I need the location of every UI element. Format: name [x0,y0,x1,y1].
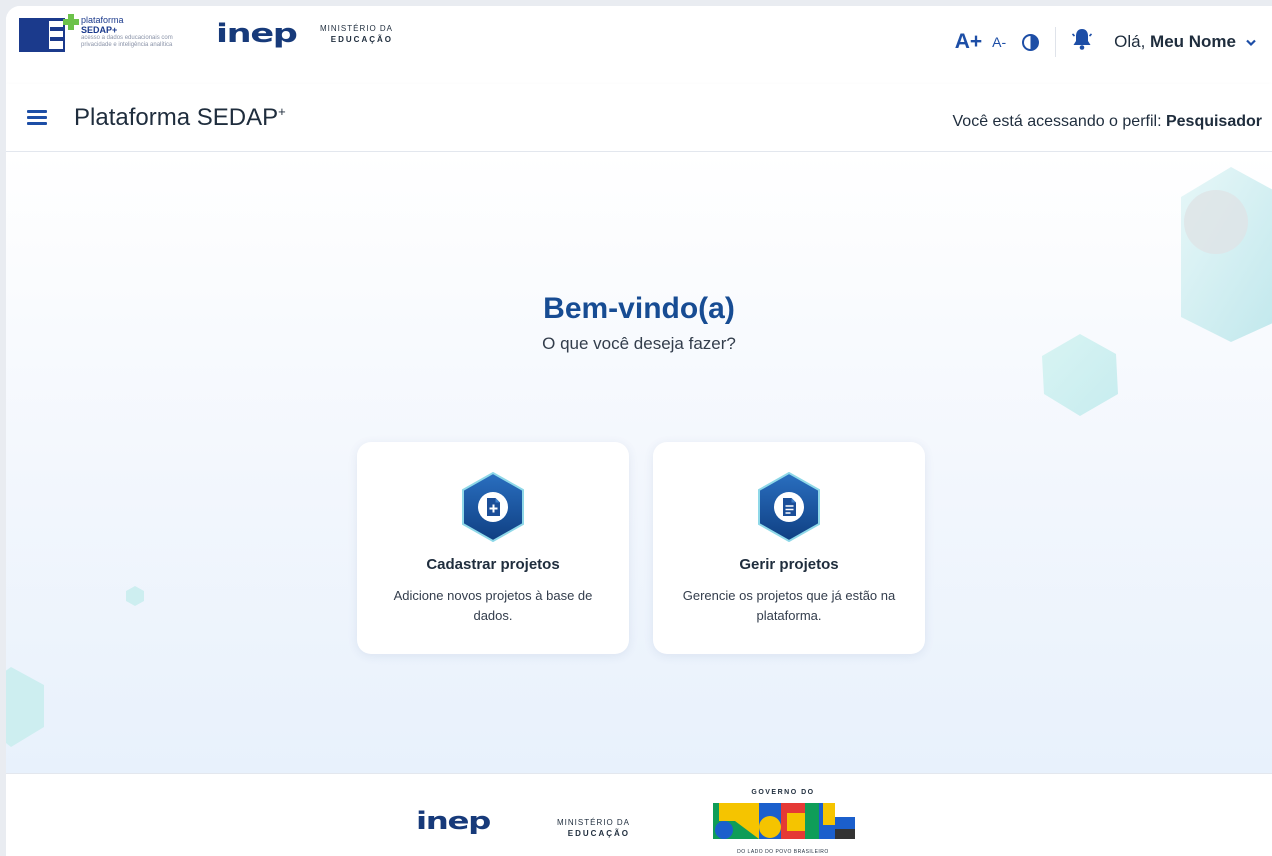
gov-logo-line1: GOVERNO DO [751,789,815,796]
decrease-font-button[interactable]: A- [992,34,1006,50]
mec-logo[interactable]: MINISTÉRIO DA EDUCAÇÃO [320,23,393,45]
app-header: Plataforma SEDAP+ Você está acessando o … [6,84,1272,152]
hamburger-menu-icon[interactable] [27,110,47,125]
sedap-logo-mark [19,18,65,52]
main-content: Bem-vindo(a) O que você deseja fazer? Ca… [6,152,1272,773]
card-description: Gerencie os projetos que já estão na pla… [682,588,896,623]
footer-mec-logo[interactable]: MINISTÉRIO DA EDUCAÇÃO [557,817,630,839]
footer-mec-line2: EDUCAÇÃO [567,829,631,838]
profile-name: Pesquisador [1165,113,1262,130]
welcome-subtitle: O que você deseja fazer? [542,334,736,353]
welcome-title: Bem-vindo(a) [543,292,735,325]
profile-prefix: Você está acessando o perfil: [952,113,1166,130]
gov-logo-line3: DO LADO DO POVO BRASILEIRO [737,849,829,855]
card-title: Cadastrar projetos [426,556,560,573]
app-title-plus: + [278,104,286,119]
mec-logo-line2: EDUCAÇÃO [330,35,394,44]
gov-brasil-logo[interactable]: GOVERNO DO DO LADO DO POVO BRASILEIRO [711,789,861,856]
footer-mec-line1: MINISTÉRIO DA [557,818,631,827]
decorative-hexagon [6,667,44,747]
sedap-logo-tagline: acesso a dados educacionais com privacid… [81,35,173,48]
sedap-logo-line1: plataforma [81,15,124,25]
sedap-logo[interactable]: plataforma SEDAP+ acesso a dados educaci… [19,14,189,64]
register-projects-card[interactable]: Cadastrar projetos Adicione novos projet… [357,442,629,654]
app-title-text: Plataforma SEDAP [74,104,279,131]
inep-logo[interactable]: inep [216,19,298,49]
user-name: Meu Nome [1150,32,1236,51]
card-title: Gerir projetos [739,556,839,573]
profile-indicator: Você está acessando o perfil: Pesquisado… [953,113,1263,131]
top-bar: plataforma SEDAP+ acesso a dados educaci… [6,6,1272,84]
chevron-down-icon[interactable] [1246,35,1256,50]
accessibility-toolbar: A+ A- Olá, Meu Nome [955,27,1256,57]
increase-font-button[interactable]: A+ [955,30,982,54]
add-document-icon [462,472,524,542]
footer: inep MINISTÉRIO DA EDUCAÇÃO GOVERNO DO D… [6,773,1272,856]
decorative-hexagon [126,586,144,606]
manage-projects-card[interactable]: Gerir projetos Gerencie os projetos que … [653,442,925,654]
greeting-prefix: Olá, [1114,32,1151,51]
bell-icon[interactable] [1072,28,1093,56]
contrast-icon[interactable] [1022,33,1040,51]
sedap-logo-line2: SEDAP+ [81,25,118,35]
welcome-section: Bem-vindo(a) O que você deseja fazer? [6,292,1272,354]
app-frame: plataforma SEDAP+ acesso a dados educaci… [6,6,1272,856]
document-icon [758,472,820,542]
app-title: Plataforma SEDAP+ [74,104,286,132]
mec-logo-line1: MINISTÉRIO DA [320,24,394,33]
card-description: Adicione novos projetos à base de dados. [393,588,593,623]
footer-inep-logo[interactable]: inep [416,807,491,835]
gov-brasil-wordmark [713,803,855,839]
user-menu[interactable]: Olá, Meu Nome [1114,32,1236,52]
toolbar-divider [1055,27,1057,57]
sedap-plus-icon [63,14,79,30]
